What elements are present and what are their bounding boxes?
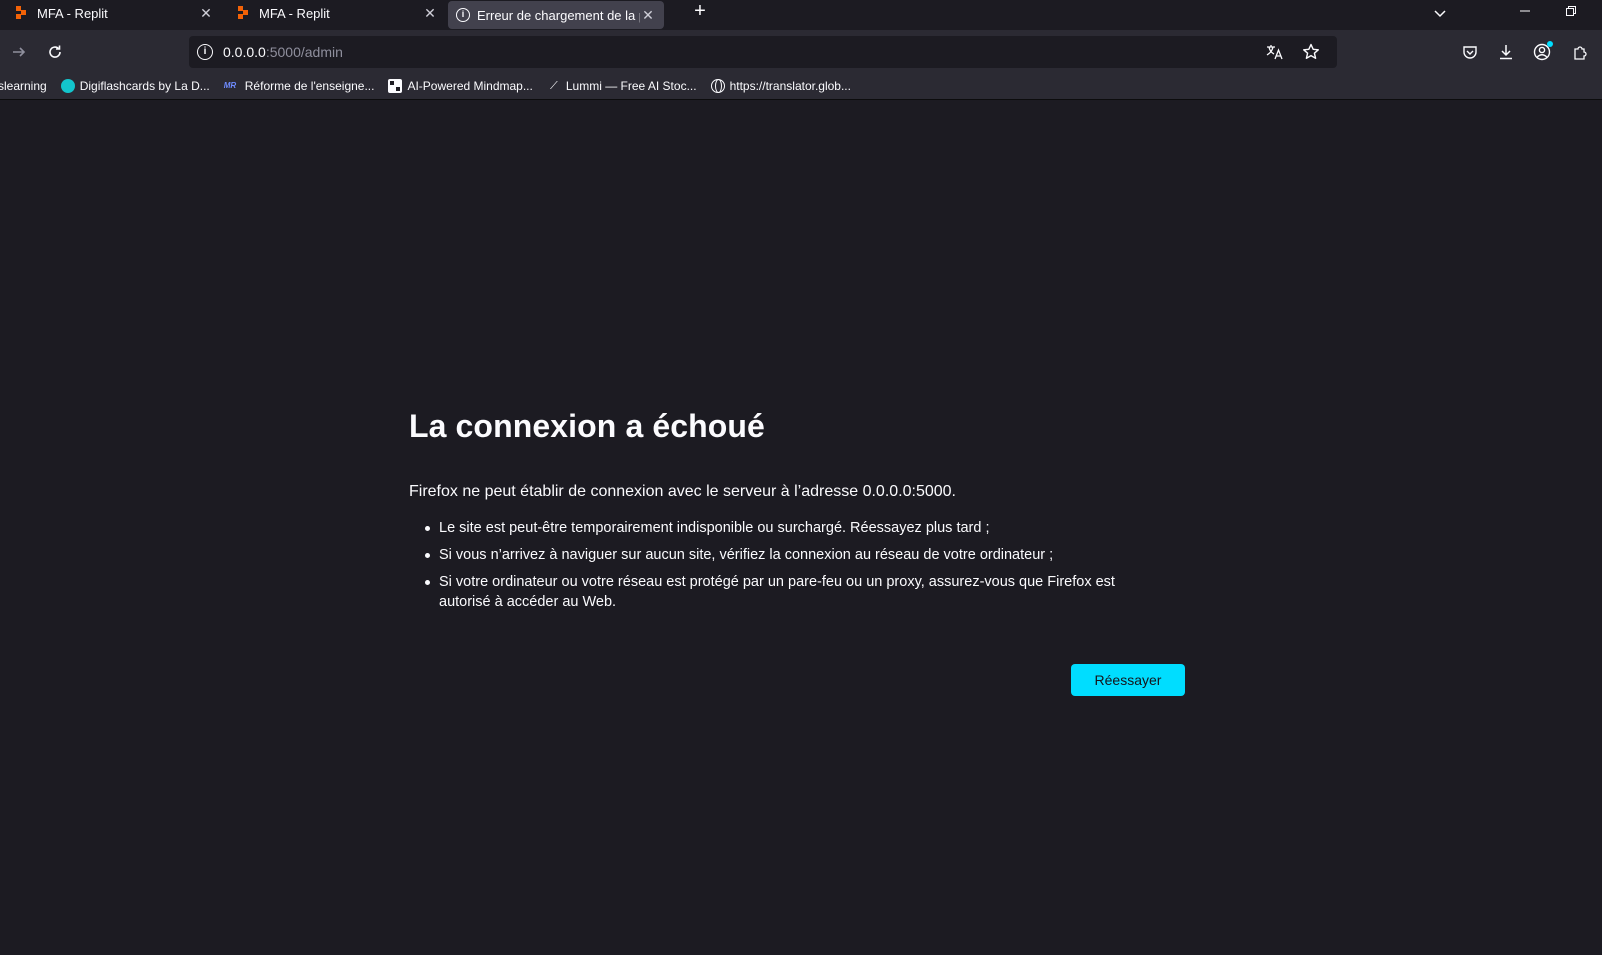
bookmark-label: slearning xyxy=(0,78,47,93)
bookmark-star-icon[interactable] xyxy=(1299,40,1323,64)
new-tab-button[interactable]: + xyxy=(688,1,712,24)
url-path: :5000/admin xyxy=(265,44,343,60)
site-info-icon[interactable]: i xyxy=(197,44,213,60)
error-description: Firefox ne peut établir de connexion ave… xyxy=(409,483,956,500)
restore-icon xyxy=(1566,6,1576,16)
close-icon[interactable]: ✕ xyxy=(422,5,438,22)
page-content: La connexion a échoué Firefox ne peut ét… xyxy=(0,100,1602,955)
bookmark-item[interactable]: AI-Powered Mindmap... xyxy=(388,78,533,93)
list-all-tabs-button[interactable] xyxy=(1428,2,1452,24)
pocket-button[interactable] xyxy=(1456,38,1484,66)
mindmap-icon xyxy=(388,78,403,93)
translate-icon[interactable] xyxy=(1263,40,1287,64)
tab-mfa-replit-1[interactable]: MFA - Replit ✕ xyxy=(0,0,222,26)
url-host: 0.0.0.0 xyxy=(223,44,266,60)
info-icon: i xyxy=(456,8,470,22)
replit-icon xyxy=(238,6,252,20)
bookmark-item[interactable]: slearning xyxy=(0,79,47,93)
retry-button[interactable]: Réessayer xyxy=(1071,664,1185,696)
bookmark-label: Lummi — Free AI Stoc... xyxy=(565,78,697,93)
minimize-icon xyxy=(1520,10,1530,12)
arrow-right-icon xyxy=(13,47,26,57)
restore-button[interactable] xyxy=(1548,0,1594,24)
mr-logo-icon: MR xyxy=(223,80,237,90)
bookmark-item[interactable]: https://translator.glob... xyxy=(710,78,851,93)
tab-strip: MFA - Replit ✕ MFA - Replit ✕ i Erreur d… xyxy=(0,0,1602,30)
close-icon[interactable]: ✕ xyxy=(198,5,214,22)
pocket-icon xyxy=(1463,46,1477,59)
downloads-button[interactable] xyxy=(1492,38,1520,66)
bookmark-label: Digiflashcards by La D... xyxy=(79,78,210,93)
extensions-button[interactable] xyxy=(1566,38,1594,66)
bookmark-item[interactable]: MR Réforme de l'enseigne... xyxy=(224,79,375,93)
notification-dot xyxy=(1547,41,1553,47)
tab-mfa-replit-2[interactable]: MFA - Replit ✕ xyxy=(222,0,446,26)
replit-icon xyxy=(16,6,30,20)
minimize-button[interactable] xyxy=(1502,0,1548,24)
bookmark-item[interactable]: ⟋ Lummi — Free AI Stoc... xyxy=(546,78,697,93)
puzzle-icon xyxy=(1574,46,1587,60)
account-button[interactable] xyxy=(1528,38,1556,66)
tab-title: Erreur de chargement de la pag xyxy=(477,7,640,23)
list-item: Si votre ordinateur ou votre réseau est … xyxy=(425,572,1145,612)
lummi-icon: ⟋ xyxy=(546,78,561,93)
forward-button[interactable] xyxy=(5,38,33,66)
globe-icon xyxy=(710,78,725,93)
download-icon xyxy=(1500,45,1512,60)
digiflashcards-icon xyxy=(60,78,75,93)
close-icon[interactable]: ✕ xyxy=(640,7,656,24)
url-bar[interactable]: i 0.0.0.0:5000/admin xyxy=(189,36,1337,68)
bookmark-label: AI-Powered Mindmap... xyxy=(407,78,533,93)
bookmark-label: Réforme de l'enseigne... xyxy=(244,78,375,93)
list-item: Le site est peut-être temporairement ind… xyxy=(425,518,1145,538)
bookmarks-toolbar: slearning Digiflashcards by La D... MR R… xyxy=(0,72,1602,100)
error-container: La connexion a échoué Firefox ne peut ét… xyxy=(409,408,1185,696)
reload-button[interactable] xyxy=(41,38,69,66)
bookmark-item[interactable]: Digiflashcards by La D... xyxy=(60,78,210,93)
reload-icon xyxy=(49,45,61,58)
navigation-toolbar: i 0.0.0.0:5000/admin xyxy=(0,30,1602,72)
error-suggestions: Le site est peut-être temporairement ind… xyxy=(409,518,1185,612)
error-title: La connexion a échoué xyxy=(409,408,765,444)
list-item: Si vous n’arrivez à naviguer sur aucun s… xyxy=(425,545,1145,565)
bookmark-label: https://translator.glob... xyxy=(729,78,851,93)
chevron-down-icon xyxy=(1434,10,1446,18)
tab-title: MFA - Replit xyxy=(259,5,330,21)
tab-error-page[interactable]: i Erreur de chargement de la pag ✕ xyxy=(448,1,664,29)
tab-title: MFA - Replit xyxy=(37,5,108,21)
